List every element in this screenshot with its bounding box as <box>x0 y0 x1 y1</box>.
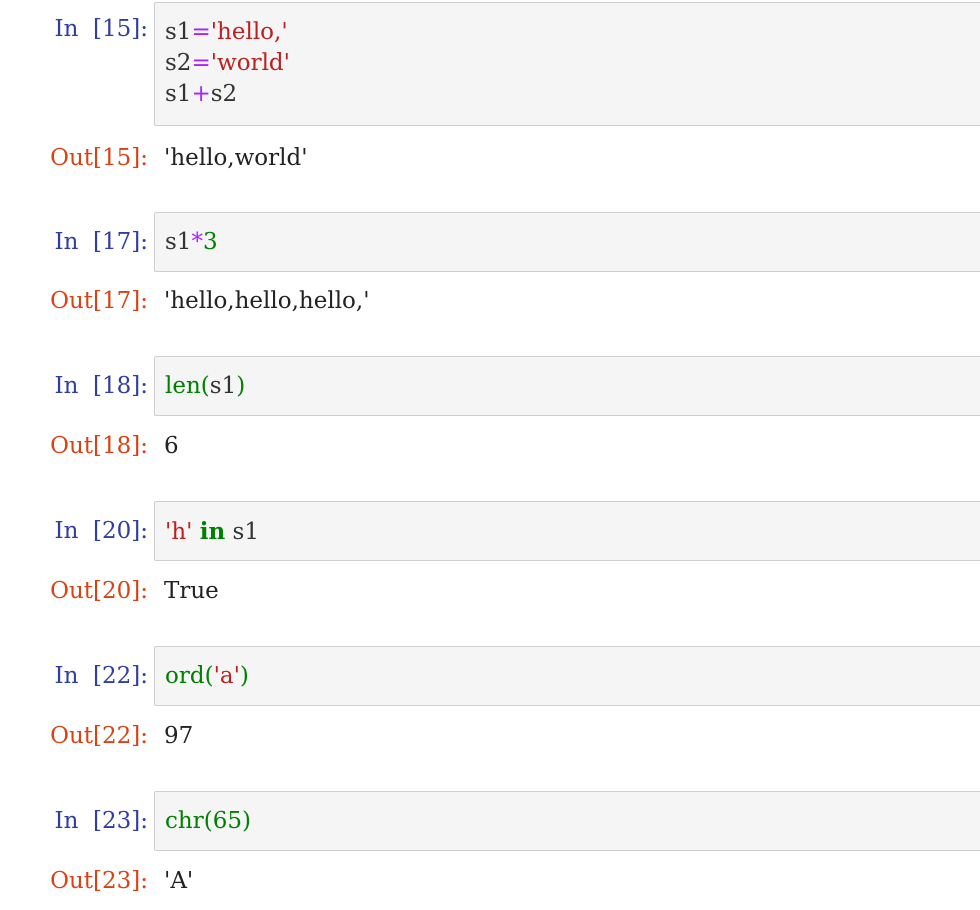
output-prompt: Out[15]: <box>50 145 148 171</box>
code-line: len(s1) <box>165 371 245 402</box>
cell-output: 6 <box>164 433 179 459</box>
cell-output: 97 <box>164 723 194 749</box>
code-token: s1 <box>165 229 192 255</box>
code-line: chr(65) <box>165 806 251 837</box>
code-editor[interactable]: s1='hello,' s2='world' s1+s2 <box>165 17 290 110</box>
input-prompt: In [22]: <box>54 663 148 689</box>
code-token: chr <box>165 808 204 834</box>
input-prompt: In [18]: <box>54 373 148 399</box>
code-token: ) <box>239 663 249 689</box>
code-line: s2='world' <box>165 48 290 79</box>
output-prompt: Out[18]: <box>50 433 148 459</box>
code-token: s1 <box>165 19 192 45</box>
cell-output: True <box>164 578 219 604</box>
code-token: = <box>191 19 211 45</box>
code-line: ord('a') <box>165 661 249 692</box>
code-token: ( <box>200 373 210 399</box>
code-line: s1='hello,' <box>165 17 290 48</box>
code-editor[interactable]: len(s1) <box>165 371 245 402</box>
code-token: 'a' <box>213 663 240 689</box>
code-editor[interactable]: chr(65) <box>165 806 251 837</box>
code-line: s1*3 <box>165 227 218 258</box>
output-prompt: Out[20]: <box>50 578 148 604</box>
code-token: ord <box>165 663 205 689</box>
code-token: + <box>191 81 211 107</box>
code-token: ( <box>204 663 214 689</box>
code-token: s1 <box>225 519 259 545</box>
code-token: ( <box>203 808 213 834</box>
code-token: s2 <box>165 50 192 76</box>
input-prompt: In [20]: <box>54 518 148 544</box>
output-prompt: Out[22]: <box>50 723 148 749</box>
code-line: s1+s2 <box>165 79 290 110</box>
code-input-area[interactable]: s1='hello,' s2='world' s1+s2 <box>154 2 980 126</box>
code-token: 'world' <box>210 50 290 76</box>
code-input-area[interactable]: s1*3 <box>154 212 980 272</box>
code-editor[interactable]: s1*3 <box>165 227 218 258</box>
code-token: = <box>191 50 211 76</box>
code-token: len <box>165 373 201 399</box>
code-input-area[interactable]: ord('a') <box>154 646 980 706</box>
code-token: 3 <box>202 229 218 255</box>
input-prompt: In [17]: <box>54 229 148 255</box>
code-token: s1 <box>209 373 237 399</box>
code-token: ) <box>241 808 251 834</box>
code-token: in <box>199 518 226 545</box>
code-token: 65 <box>212 808 242 834</box>
code-token: ) <box>236 373 246 399</box>
code-token: 'hello,' <box>210 19 288 45</box>
cell-output: 'A' <box>164 868 194 894</box>
output-prompt: Out[17]: <box>50 288 148 314</box>
code-input-area[interactable]: chr(65) <box>154 791 980 851</box>
input-prompt: In [15]: <box>54 16 148 42</box>
cell-output: 'hello,world' <box>164 145 308 171</box>
code-token: * <box>191 229 203 255</box>
code-input-area[interactable]: 'h' in s1 <box>154 501 980 561</box>
code-input-area[interactable]: len(s1) <box>154 356 980 416</box>
output-prompt: Out[23]: <box>50 868 148 894</box>
code-editor[interactable]: ord('a') <box>165 661 249 692</box>
input-prompt: In [23]: <box>54 808 148 834</box>
code-line: 'h' in s1 <box>165 516 259 547</box>
code-token: s2 <box>210 81 238 107</box>
code-token: s1 <box>165 81 192 107</box>
code-editor[interactable]: 'h' in s1 <box>165 516 259 547</box>
code-token: 'h' <box>165 519 193 545</box>
cell-output: 'hello,hello,hello,' <box>164 288 370 314</box>
